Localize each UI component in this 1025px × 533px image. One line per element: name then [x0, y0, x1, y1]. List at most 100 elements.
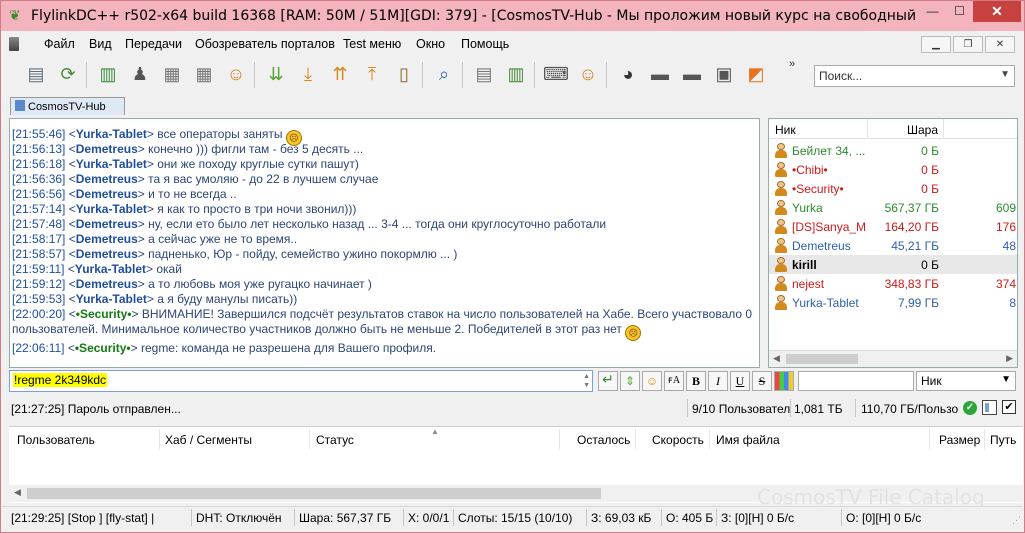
chat-nick[interactable]: Demetreus: [76, 277, 138, 291]
column-hub-segments[interactable]: Хаб / Сегменты: [165, 433, 252, 447]
bold-button[interactable]: B: [686, 371, 706, 391]
column-user[interactable]: Пользователь: [17, 433, 95, 447]
send-button[interactable]: ↵: [598, 371, 618, 391]
rss-icon[interactable]: ◩: [742, 60, 770, 88]
mdi-close-icon[interactable]: ✕: [985, 36, 1015, 53]
chat-nick[interactable]: Yurka-Tablet: [76, 292, 147, 306]
chat-nick[interactable]: Yurka-Tablet: [76, 127, 147, 141]
chat-nick[interactable]: Demetreus: [76, 217, 138, 231]
italic-button[interactable]: I: [708, 371, 728, 391]
menu-view[interactable]: Вид: [89, 37, 112, 51]
toggle-userlist-icon[interactable]: [982, 400, 997, 415]
chat-nick[interactable]: Demetreus: [76, 142, 138, 156]
chat-nick[interactable]: •Security•: [75, 341, 131, 355]
dht-icon[interactable]: ▦: [190, 60, 218, 88]
strike-button[interactable]: S: [752, 371, 772, 391]
column-path[interactable]: Путь: [990, 433, 1016, 447]
toolbar-overflow[interactable]: »: [789, 58, 795, 70]
scroll-thumb[interactable]: [27, 488, 601, 499]
title-bar[interactable]: ❦ FlylinkDC++ r502-x64 build 16368 [RAM:…: [1, 1, 1024, 31]
user-row[interactable]: kirill 0 Б: [769, 255, 1017, 274]
network-stats-icon[interactable]: ☺: [574, 60, 602, 88]
column-speed[interactable]: Скорость: [652, 433, 704, 447]
user-row[interactable]: nejest 348,83 ГБ 374: [769, 274, 1017, 293]
transcode-button[interactable]: ꜰA: [664, 371, 684, 391]
favorite-hubs-icon[interactable]: ▥: [94, 60, 122, 88]
user-row[interactable]: Yurka-Tablet 7,99 ГБ 8: [769, 293, 1017, 312]
chat-nick[interactable]: Demetreus: [76, 247, 138, 261]
away-icon[interactable]: ◕: [614, 60, 642, 88]
user-row[interactable]: Бейлет 34, ... 0 Б: [769, 141, 1017, 160]
menu-help[interactable]: Помощь: [461, 37, 509, 51]
close-icon[interactable]: ✕: [973, 1, 1021, 22]
chevron-down-icon[interactable]: ▼: [1001, 374, 1011, 385]
recent-hubs-icon[interactable]: ▦: [158, 60, 186, 88]
resize-grip-icon[interactable]: ⋰: [1012, 515, 1021, 526]
user-row[interactable]: •Chibi• 0 Б: [769, 160, 1017, 179]
chat-window[interactable]: [21:55:46] <Yurka-Tablet> все операторы …: [9, 118, 760, 368]
search-spy-icon[interactable]: ▥: [502, 60, 530, 88]
column-share[interactable]: Шара: [907, 123, 938, 137]
menu-window[interactable]: Окно: [416, 37, 445, 51]
menu-portal-browser[interactable]: Обозреватель порталов: [195, 37, 335, 51]
column-remaining[interactable]: Осталось: [577, 433, 630, 447]
notepad-icon[interactable]: ⌨: [542, 60, 570, 88]
finished-downloads-icon[interactable]: ⤓: [294, 60, 322, 88]
upload-queue-icon[interactable]: ⇈: [326, 60, 354, 88]
transfers-panel[interactable]: ▲ Пользователь Хаб / Сегменты Статус Ост…: [9, 426, 1023, 509]
chat-nick[interactable]: Yurka-Tablet: [75, 262, 146, 276]
finished-uploads-icon[interactable]: ⤒: [358, 60, 386, 88]
adl-search-icon[interactable]: ▤: [470, 60, 498, 88]
system-menu-icon[interactable]: [9, 37, 19, 51]
user-row[interactable]: Yurka 567,37 ГБ 609: [769, 198, 1017, 217]
minimize-icon[interactable]: —: [919, 1, 946, 22]
emoticons-button[interactable]: ☺: [642, 371, 662, 391]
search-icon[interactable]: ⌕: [430, 60, 458, 88]
input-spin-icon[interactable]: ▲ ▼: [583, 372, 590, 390]
column-filename[interactable]: Имя файла: [716, 433, 780, 447]
chat-nick[interactable]: Demetreus: [76, 187, 138, 201]
tab-cosmostv-hub[interactable]: CosmosTV-Hub: [10, 97, 125, 115]
chat-nick[interactable]: Yurka-Tablet: [76, 202, 147, 216]
mdi-restore-icon[interactable]: ❐: [953, 36, 983, 53]
scroll-left-icon[interactable]: ◀: [14, 487, 21, 498]
show-users-checkbox[interactable]: ✔: [1002, 400, 1016, 414]
user-row[interactable]: Demetreus 45,21 ГБ 48: [769, 236, 1017, 255]
open-file-list-icon[interactable]: ▯: [390, 60, 418, 88]
reconnect-icon[interactable]: ⟳: [54, 60, 82, 88]
cdm-debug-icon[interactable]: ▬: [678, 60, 706, 88]
filter-column-select[interactable]: Ник ▼: [916, 371, 1016, 391]
system-log-icon[interactable]: ▬: [646, 60, 674, 88]
column-size[interactable]: Размер: [939, 433, 980, 447]
settings-icon[interactable]: ▣: [710, 60, 738, 88]
menu-file[interactable]: Файл: [44, 37, 75, 51]
scroll-left-icon[interactable]: ◀: [773, 353, 780, 364]
user-filter-input[interactable]: [798, 371, 914, 391]
public-hubs-icon[interactable]: ▤: [22, 60, 50, 88]
users-icon[interactable]: ☺: [222, 60, 250, 88]
chevron-down-icon[interactable]: ▼: [1000, 69, 1010, 80]
favorite-users-icon[interactable]: ♟: [126, 60, 154, 88]
chat-nick[interactable]: Demetreus: [76, 172, 138, 186]
user-row[interactable]: •Security• 0 Б: [769, 179, 1017, 198]
mdi-minimize-icon[interactable]: ▁: [921, 36, 951, 53]
column-status[interactable]: Статус: [316, 433, 354, 447]
chat-nick[interactable]: Yurka-Tablet: [76, 157, 147, 171]
menu-test[interactable]: Test меню: [343, 37, 401, 51]
scroll-right-icon[interactable]: ▶: [1006, 353, 1013, 364]
user-row[interactable]: [DS]Sanya_M 164,20 ГБ 176: [769, 217, 1017, 236]
menu-transfers[interactable]: Передачи: [125, 37, 182, 51]
color-picker-button[interactable]: [774, 371, 794, 391]
download-queue-icon[interactable]: ⇊: [262, 60, 290, 88]
scroll-thumb[interactable]: [786, 354, 858, 364]
chat-nick[interactable]: •Security•: [76, 307, 132, 321]
message-input[interactable]: !regme 2k349kdc ▲ ▼: [9, 370, 593, 392]
search-input[interactable]: Поиск... ▼: [814, 65, 1015, 87]
chat-nick[interactable]: Demetreus: [76, 232, 138, 246]
user-list[interactable]: Ник Шара Бейлет 34, ... 0 Б •Chibi• 0 Б •Sec…: [768, 118, 1018, 368]
maximize-icon[interactable]: ☐: [946, 1, 973, 22]
multiline-button[interactable]: ⇕: [620, 371, 640, 391]
column-nick[interactable]: Ник: [775, 123, 796, 137]
underline-button[interactable]: U: [730, 371, 750, 391]
user-list-scrollbar[interactable]: ◀ ▶: [769, 350, 1017, 367]
